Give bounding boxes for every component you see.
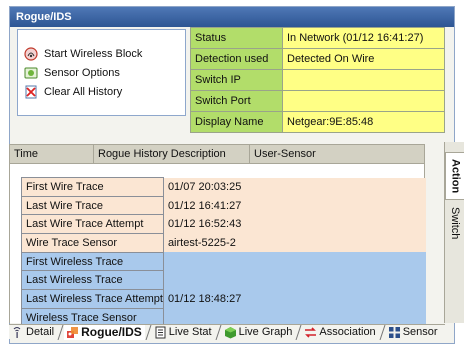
status-key: Display Name: [190, 111, 283, 133]
tab-live-graph-label: Live Graph: [238, 326, 293, 338]
table-row: First Wireless Trace: [21, 251, 426, 272]
trace-value: airtest-5225-2: [163, 233, 426, 253]
trace-key: First Wire Trace: [21, 177, 164, 197]
wireless-block-icon: [24, 46, 38, 61]
sensor-icon: [388, 326, 401, 339]
tab-rogue-ids-label: Rogue/IDS: [81, 325, 142, 339]
table-row: First Wire Trace 01/07 20:03:25: [21, 177, 426, 197]
status-value: In Network (01/12 16:41:27): [282, 27, 445, 49]
status-value: Detected On Wire: [282, 48, 445, 70]
tab-detail[interactable]: Detail: [9, 325, 57, 340]
trace-value: [163, 252, 426, 271]
start-wireless-block-link[interactable]: Start Wireless Block: [24, 44, 185, 63]
detail-icon: [11, 326, 24, 339]
clear-history-icon: [24, 85, 38, 99]
association-icon: [304, 326, 317, 339]
trace-value: 01/12 16:52:43: [163, 214, 426, 234]
table-row: Last Wire Trace 01/12 16:41:27: [21, 195, 426, 216]
table-row: Last Wireless Trace Attempt 01/12 18:48:…: [21, 289, 426, 309]
history-column-header: Time Rogue History Description User-Sens…: [9, 144, 425, 164]
window-title: Rogue/IDS: [10, 7, 454, 27]
clear-all-history-label: Clear All History: [44, 85, 123, 98]
status-row: Display Name Netgear:9E:85:48: [190, 111, 445, 133]
clear-all-history-link[interactable]: Clear All History: [24, 82, 185, 101]
trace-value: [163, 270, 426, 290]
status-row: Status In Network (01/12 16:41:27): [190, 27, 445, 49]
tab-sensor[interactable]: Sensor: [386, 325, 441, 340]
tab-separator: [215, 324, 222, 340]
bottom-tab-strip: Detail Rogue/IDS Live Stat Live Graph As…: [9, 324, 445, 340]
live-graph-icon: [224, 326, 237, 339]
trace-value: 01/12 18:48:27: [163, 289, 426, 309]
trace-detail-table: First Wire Trace 01/07 20:03:25 Last Wir…: [21, 177, 426, 328]
status-key: Status: [190, 27, 283, 49]
trace-value: 01/07 20:03:25: [163, 177, 426, 197]
status-table: Status In Network (01/12 16:41:27) Detec…: [190, 27, 445, 133]
table-row: Last Wire Trace Attempt 01/12 16:52:43: [21, 214, 426, 235]
side-tab-strip: Action Switch: [444, 142, 464, 323]
tab-separator: [57, 324, 64, 340]
tab-rogue-ids[interactable]: Rogue/IDS: [64, 324, 145, 340]
tab-action[interactable]: Action: [445, 152, 464, 200]
trace-detail-area: First Wire Trace 01/07 20:03:25 Last Wir…: [9, 164, 426, 328]
tab-live-graph[interactable]: Live Graph: [222, 325, 296, 340]
column-header-time[interactable]: Time: [10, 145, 94, 163]
tab-separator: [379, 324, 386, 340]
tab-detail-label: Detail: [26, 326, 55, 338]
column-header-user-sensor[interactable]: User-Sensor: [250, 145, 424, 163]
sensor-options-label: Sensor Options: [44, 66, 120, 79]
trace-key: Wire Trace Sensor: [21, 233, 164, 253]
tab-switch[interactable]: Switch: [445, 200, 464, 246]
status-value: [282, 90, 445, 112]
tab-separator: [295, 324, 302, 340]
status-row: Switch IP: [190, 69, 445, 91]
status-value: [282, 69, 445, 91]
status-key: Switch Port: [190, 90, 283, 112]
tab-separator: [145, 324, 152, 340]
start-wireless-block-label: Start Wireless Block: [44, 47, 143, 60]
status-key: Detection used: [190, 48, 283, 70]
live-stat-icon: [154, 326, 167, 339]
status-row: Switch Port: [190, 90, 445, 112]
tab-association[interactable]: Association: [302, 325, 378, 340]
tab-live-stat[interactable]: Live Stat: [152, 325, 215, 340]
status-key: Switch IP: [190, 69, 283, 91]
tab-association-label: Association: [319, 326, 376, 338]
rogue-ids-icon: [66, 326, 79, 339]
trace-key: First Wireless Trace: [21, 251, 164, 272]
status-row: Detection used Detected On Wire: [190, 48, 445, 70]
tab-action-label: Action: [449, 158, 462, 194]
sensor-options-link[interactable]: Sensor Options: [24, 63, 185, 82]
status-value: Netgear:9E:85:48: [282, 111, 445, 133]
tab-live-stat-label: Live Stat: [168, 326, 212, 338]
trace-value: 01/12 16:41:27: [163, 196, 426, 215]
tab-switch-label: Switch: [449, 206, 461, 240]
table-row: Wire Trace Sensor airtest-5225-2: [21, 233, 426, 253]
actions-panel: Start Wireless Block Sensor Options Clea…: [17, 29, 186, 116]
table-row: Last Wireless Trace: [21, 270, 426, 291]
trace-key: Last Wireless Trace: [21, 270, 164, 291]
sensor-options-icon: [24, 66, 38, 80]
trace-key: Last Wire Trace Attempt: [21, 214, 164, 235]
trace-key: Last Wireless Trace Attempt: [21, 289, 164, 309]
trace-key: Last Wire Trace: [21, 195, 164, 216]
tab-sensor-label: Sensor: [402, 326, 438, 338]
column-header-description[interactable]: Rogue History Description: [94, 145, 250, 163]
